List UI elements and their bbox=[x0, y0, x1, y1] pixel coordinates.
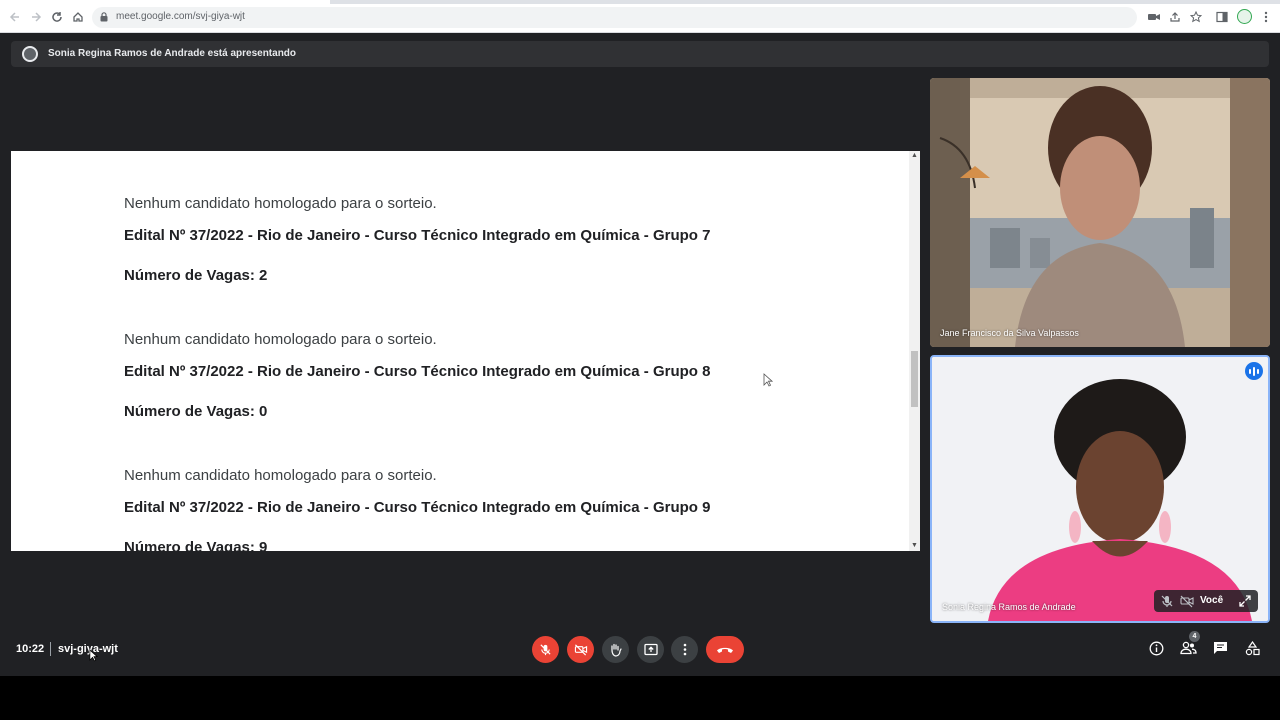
presenting-text: Sonia Regina Ramos de Andrade está apres… bbox=[48, 48, 297, 59]
camera-toggle-button[interactable] bbox=[567, 636, 594, 663]
tab-strip bbox=[0, 0, 1280, 4]
meeting-code[interactable]: svj-giya-wjt bbox=[58, 643, 118, 655]
raise-hand-button[interactable] bbox=[602, 636, 629, 663]
sidebar-icon[interactable] bbox=[1214, 9, 1230, 25]
raise-hand-icon bbox=[611, 643, 622, 657]
presenting-banner: Sonia Regina Ramos de Andrade está apres… bbox=[11, 41, 1269, 67]
browser-toolbar: meet.google.com/svj-giya-wjt bbox=[0, 0, 1280, 33]
document-line: Edital Nº 37/2022 - Rio de Janeiro - Cur… bbox=[124, 499, 711, 516]
document-line: Número de Vagas: 2 bbox=[124, 267, 268, 284]
present-icon bbox=[643, 643, 658, 656]
camera-off-icon bbox=[574, 644, 587, 656]
camera-off-icon[interactable] bbox=[1180, 594, 1194, 608]
participant-name: Sonia Regina Ramos de Andrade bbox=[942, 602, 1076, 612]
screen: meet.google.com/svj-giya-wjt Sonia Regin… bbox=[0, 0, 1280, 720]
activities-icon bbox=[1245, 640, 1260, 655]
people-icon bbox=[1179, 641, 1197, 655]
document-line: Nenhum candidato homologado para o sorte… bbox=[124, 195, 437, 212]
menu-icon[interactable] bbox=[1258, 9, 1274, 25]
self-view-controls: Você bbox=[1154, 590, 1258, 612]
people-count-badge: 4 bbox=[1189, 631, 1200, 642]
letterbox-bar bbox=[0, 676, 1280, 720]
chat-button[interactable] bbox=[1211, 639, 1229, 657]
chat-icon bbox=[1213, 642, 1227, 654]
participant-video bbox=[932, 357, 1268, 621]
document-line: Número de Vagas: 9 bbox=[124, 539, 268, 551]
activities-button[interactable] bbox=[1243, 639, 1261, 657]
shared-screen[interactable]: Nenhum candidato homologado para o sorte… bbox=[11, 151, 920, 551]
meeting-time: 10:22 bbox=[16, 643, 45, 655]
info-icon bbox=[1149, 641, 1163, 655]
share-icon[interactable] bbox=[1167, 9, 1183, 25]
document-line: Edital Nº 37/2022 - Rio de Janeiro - Cur… bbox=[124, 227, 711, 244]
more-options-button[interactable] bbox=[671, 636, 698, 663]
document-line: Edital Nº 37/2022 - Rio de Janeiro - Cur… bbox=[124, 363, 711, 380]
hang-up-button[interactable] bbox=[706, 636, 744, 663]
scroll-thumb[interactable] bbox=[911, 351, 918, 407]
star-icon[interactable] bbox=[1188, 9, 1204, 25]
meet-stage: Sonia Regina Ramos de Andrade está apres… bbox=[0, 33, 1280, 676]
scroll-up-icon[interactable]: ▲ bbox=[909, 151, 920, 161]
participant-video bbox=[930, 78, 1270, 347]
document-line: Número de Vagas: 0 bbox=[124, 403, 268, 420]
self-participant-tile[interactable]: Sonia Regina Ramos de Andrade Você bbox=[930, 355, 1270, 623]
mic-off-icon bbox=[540, 644, 551, 656]
present-button[interactable] bbox=[637, 636, 664, 663]
camera-indicator-icon[interactable] bbox=[1146, 9, 1162, 25]
back-icon[interactable] bbox=[7, 9, 23, 25]
scroll-down-icon[interactable]: ▼ bbox=[909, 541, 920, 551]
meeting-details-button[interactable] bbox=[1147, 639, 1165, 657]
mic-off-icon[interactable] bbox=[1160, 594, 1174, 608]
document-line: Nenhum candidato homologado para o sorte… bbox=[124, 467, 437, 484]
mic-toggle-button[interactable] bbox=[532, 636, 559, 663]
home-icon[interactable] bbox=[70, 9, 86, 25]
speaking-indicator-icon bbox=[1245, 362, 1263, 380]
divider bbox=[50, 642, 51, 656]
active-tab[interactable] bbox=[0, 0, 330, 4]
mouse-pointer-icon bbox=[89, 649, 98, 662]
participant-tile[interactable]: Jane Francisco da Silva Valpassos bbox=[930, 78, 1270, 347]
document-scrollbar[interactable]: ▲ ▼ bbox=[909, 151, 920, 551]
lock-icon[interactable] bbox=[100, 12, 108, 22]
url-text: meet.google.com/svj-giya-wjt bbox=[116, 11, 245, 22]
profile-icon[interactable] bbox=[1237, 9, 1252, 24]
address-bar[interactable]: meet.google.com/svj-giya-wjt bbox=[92, 7, 1137, 28]
mouse-pointer-icon bbox=[763, 373, 773, 387]
participant-name: Jane Francisco da Silva Valpassos bbox=[940, 328, 1079, 338]
hang-up-icon bbox=[717, 647, 733, 653]
more-options-icon bbox=[683, 643, 686, 656]
self-label: Você bbox=[1200, 595, 1224, 606]
forward-icon[interactable] bbox=[28, 9, 44, 25]
presenter-avatar bbox=[22, 46, 38, 62]
document-line: Nenhum candidato homologado para o sorte… bbox=[124, 331, 437, 348]
expand-icon[interactable] bbox=[1238, 594, 1252, 608]
reload-icon[interactable] bbox=[49, 9, 65, 25]
